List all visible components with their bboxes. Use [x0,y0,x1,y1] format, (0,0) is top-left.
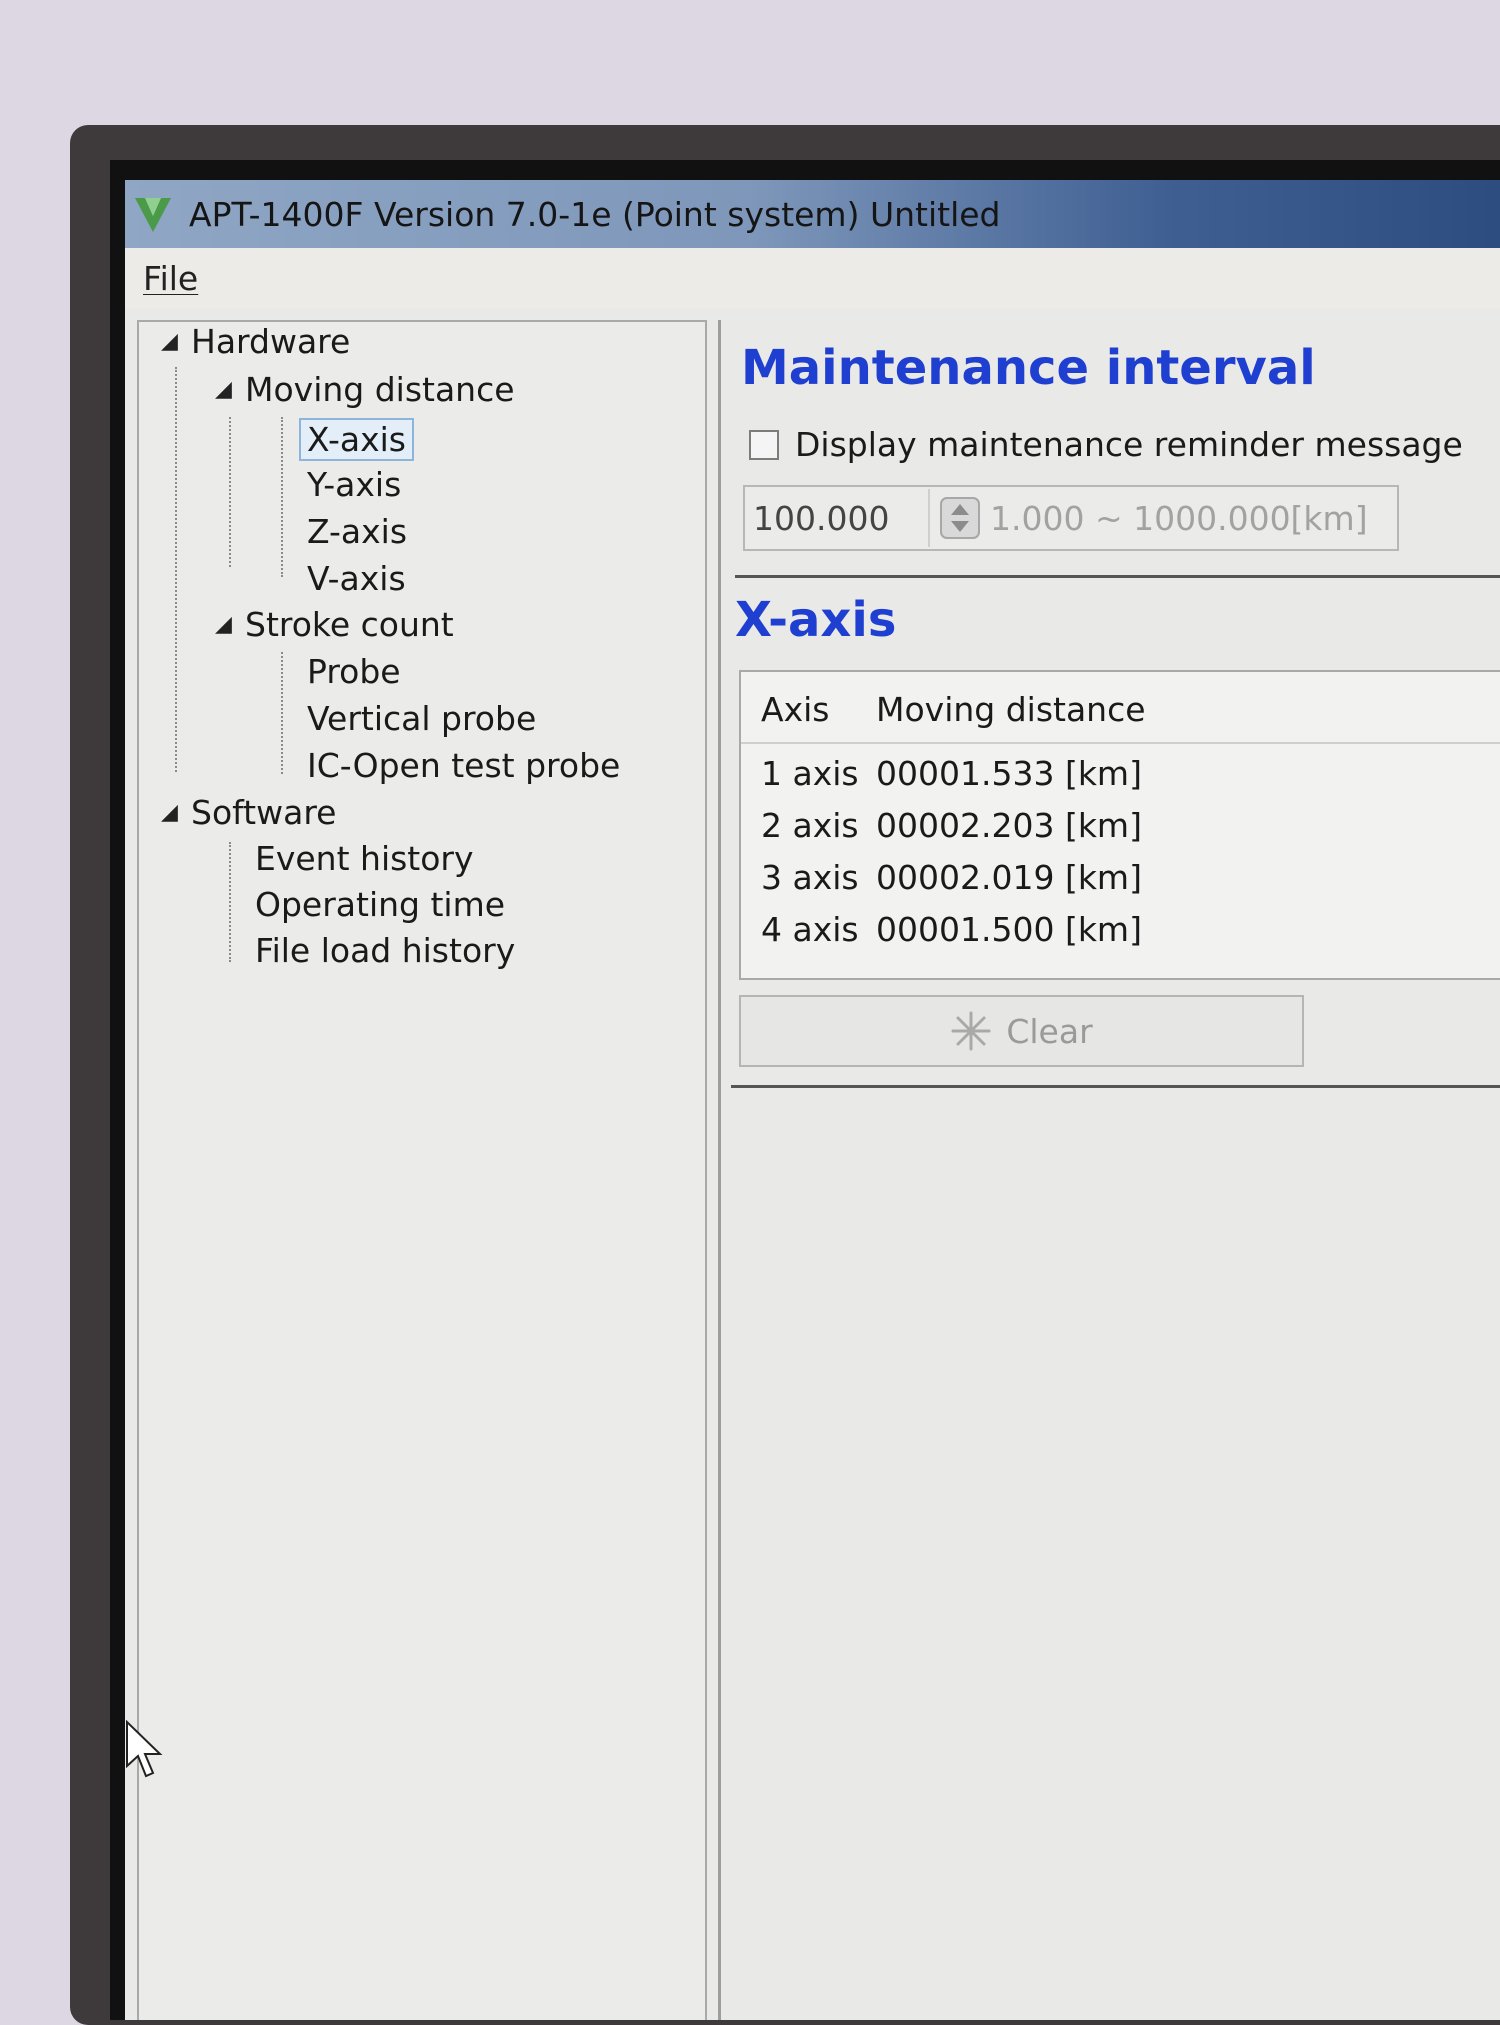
tree-node-file-load-history[interactable]: File load history [255,931,515,970]
table-cell-distance: 00001.533 [km] [876,754,1142,793]
tree-node-operating-time[interactable]: Operating time [255,885,505,924]
tree-guide-line [281,652,283,774]
expanded-arrow-icon[interactable]: ◢ [215,377,245,402]
tree-label: V-axis [307,559,406,598]
tree-node-software[interactable]: ◢ Software [161,793,336,832]
tree-node-y-axis[interactable]: Y-axis [307,465,401,504]
detail-pane: Maintenance interval Display maintenance… [718,320,1500,2020]
spin-arrows-icon[interactable] [940,497,980,539]
expanded-arrow-icon[interactable]: ◢ [161,800,191,825]
table-cell-distance: 00001.500 [km] [876,910,1142,949]
tree-label: Hardware [191,322,351,361]
tree-label: Event history [255,839,474,878]
table-cell-axis: 4 axis [761,910,859,949]
tree-guide-line [229,842,231,962]
table-cell-axis: 1 axis [761,754,859,793]
tree-label: Operating time [255,885,506,924]
tree-label: Software [191,793,337,832]
tree-label: Vertical probe [307,699,537,738]
axis-heading: X-axis [735,592,897,648]
tree-node-vertical-probe[interactable]: Vertical probe [307,699,536,738]
column-header-axis[interactable]: Axis [761,690,829,729]
interval-value-field[interactable]: 100.000 [745,489,930,547]
maintenance-heading: Maintenance interval [741,340,1316,396]
tree-label: IC-Open test probe [307,746,621,785]
tree-node-event-history[interactable]: Event history [255,839,474,878]
tree-node-x-axis[interactable]: X-axis [299,418,414,461]
table-cell-axis: 3 axis [761,858,859,897]
moving-distance-table: Axis Moving distance 1 axis 00001.533 [k… [739,670,1500,980]
section-divider [735,575,1500,578]
interval-spinbox[interactable]: 100.000 1.000 ~ 1000.000[km] [743,485,1399,551]
column-header-moving-distance[interactable]: Moving distance [876,690,1146,729]
application-window: APT-1400F Version 7.0-1e (Point system) … [125,180,1500,2020]
tree-label: File load history [255,931,516,970]
tree-guide-line [229,417,231,567]
tree-label: X-axis [307,420,406,459]
menu-bar: File [125,248,1500,308]
table-cell-axis: 2 axis [761,806,859,845]
clear-sparkle-icon [951,1011,991,1051]
tree-label: Stroke count [245,605,454,644]
title-bar: APT-1400F Version 7.0-1e (Point system) … [125,180,1500,248]
table-cell-distance: 00002.019 [km] [876,858,1142,897]
expanded-arrow-icon[interactable]: ◢ [215,612,245,637]
tree-node-probe[interactable]: Probe [307,652,401,691]
tree-node-v-axis[interactable]: V-axis [307,559,406,598]
tree-node-z-axis[interactable]: Z-axis [307,512,407,551]
interval-range-text: 1.000 ~ 1000.000[km] [990,498,1368,538]
navigation-tree: ◢ Hardware ◢ Moving distance X-axis Y-ax… [137,320,707,2020]
window-title: APT-1400F Version 7.0-1e (Point system) … [189,194,1001,234]
tree-guide-line [281,417,283,577]
tree-node-hardware[interactable]: ◢ Hardware [161,322,350,361]
maintenance-reminder-row[interactable]: Display maintenance reminder message [749,425,1463,464]
tree-label: Probe [307,652,401,691]
table-cell-distance: 00002.203 [km] [876,806,1142,845]
expanded-arrow-icon[interactable]: ◢ [161,329,191,354]
tree-node-moving-distance[interactable]: ◢ Moving distance [215,370,515,409]
clear-button[interactable]: Clear [739,995,1304,1067]
tree-node-ic-open-probe[interactable]: IC-Open test probe [307,746,620,785]
tree-guide-line [175,367,177,772]
tree-label: Z-axis [307,512,408,551]
app-icon [135,198,171,232]
tree-label: Moving distance [245,370,515,409]
mouse-cursor-icon [126,1720,163,1778]
tree-node-stroke-count[interactable]: ◢ Stroke count [215,605,454,644]
menu-file[interactable]: File [143,259,198,298]
maintenance-reminder-label[interactable]: Display maintenance reminder message [795,425,1463,464]
tree-label: Y-axis [307,465,402,504]
clear-button-label: Clear [1006,1011,1093,1051]
table-header: Axis Moving distance [741,672,1500,744]
maintenance-reminder-checkbox[interactable] [749,429,779,460]
section-divider [731,1085,1500,1088]
